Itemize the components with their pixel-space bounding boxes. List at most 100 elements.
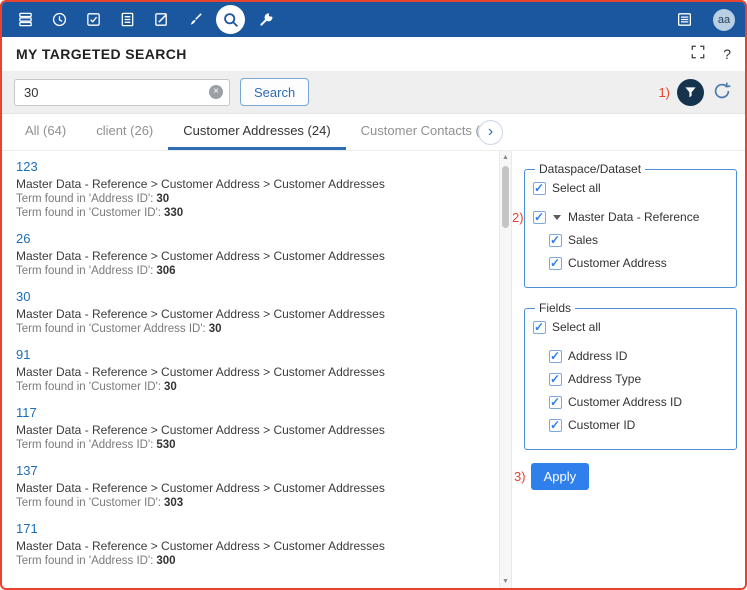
term-value: 530 [156,439,175,451]
results-list: 123 Master Data - Reference > Customer A… [2,151,499,588]
dataspace-root-label: Master Data - Reference [568,210,699,224]
term-value: 300 [156,555,175,567]
filters-panel: Dataspace/Dataset Select all 2) Master D… [512,151,745,588]
fields-fieldset: Fields Select all Address ID Addr [524,301,737,450]
dataspace-dataset-legend: Dataspace/Dataset [535,162,645,176]
tab-all[interactable]: All (64) [10,114,81,150]
clear-search-icon[interactable] [209,85,223,99]
term-label: Term found in 'Address ID': [16,193,153,205]
result-title-link[interactable]: 117 [16,404,37,422]
dataspace-root-checkbox[interactable] [533,211,546,224]
term-label: Term found in 'Address ID': [16,265,153,277]
tab-customer-addresses[interactable]: Customer Addresses (24) [168,114,345,150]
result-item: 137 Master Data - Reference > Customer A… [16,462,489,510]
funnel-icon [684,86,697,99]
scrollbar-thumb[interactable] [502,166,509,228]
dataspace-children: Sales Customer Address [549,233,728,270]
result-path: Master Data - Reference > Customer Addre… [16,480,489,496]
reset-filters-icon[interactable] [711,81,733,103]
topbar-right-group: aa [667,7,735,33]
results-scrollbar[interactable] [499,151,512,588]
term-label: Term found in 'Customer Address ID': [16,323,206,335]
report-icon[interactable] [671,7,697,33]
dataspace-select-all-label: Select all [552,181,601,195]
result-item: 123 Master Data - Reference > Customer A… [16,158,489,220]
history-icon[interactable] [46,7,72,33]
fields-select-all-checkbox[interactable] [533,321,546,334]
scroll-up-arrow[interactable] [502,153,509,162]
result-item: 30 Master Data - Reference > Customer Ad… [16,288,489,336]
field-checkbox[interactable] [549,350,562,363]
scroll-down-arrow[interactable] [502,577,509,586]
results-tab-bar: All (64) client (26) Customer Addresses … [2,114,745,151]
term-value: 30 [164,381,177,393]
result-path: Master Data - Reference > Customer Addre… [16,422,489,438]
edit-record-icon[interactable] [148,7,174,33]
fields-legend: Fields [535,301,575,315]
help-button[interactable]: ? [723,46,731,62]
dataset-row: Customer Address [549,256,728,270]
term-label: Term found in 'Customer ID': [16,381,161,393]
result-term: Term found in 'Address ID':300 [16,554,489,568]
field-checkbox[interactable] [549,419,562,432]
result-term: Term found in 'Address ID':530 [16,438,489,452]
fullscreen-icon[interactable] [691,45,705,64]
term-label: Term found in 'Customer ID': [16,497,161,509]
tab-client[interactable]: client (26) [81,114,168,150]
term-value: 30 [156,193,169,205]
field-checkbox[interactable] [549,373,562,386]
field-checkbox[interactable] [549,396,562,409]
result-title-link[interactable]: 30 [16,288,30,306]
app-window: aa MY TARGETED SEARCH ? Search 1) [0,0,747,590]
result-path: Master Data - Reference > Customer Addre… [16,538,489,554]
fields-list: Address ID Address Type Customer Address… [549,349,728,432]
field-row: Address Type [549,372,728,386]
search-input[interactable] [14,79,230,106]
filter-button[interactable] [677,79,704,106]
annotation-1: 1) [658,85,670,100]
apply-button[interactable]: Apply [531,463,590,490]
term-value: 30 [209,323,222,335]
result-path: Master Data - Reference > Customer Addre… [16,306,489,322]
result-item: 26 Master Data - Reference > Customer Ad… [16,230,489,278]
result-term: Term found in 'Address ID':306 [16,264,489,278]
records-icon[interactable] [114,7,140,33]
more-tabs-button[interactable] [478,120,503,145]
annotation-3: 3) [514,469,526,484]
dataset-label: Customer Address [568,256,667,270]
result-item: 171 Master Data - Reference > Customer A… [16,520,489,568]
result-title-link[interactable]: 26 [16,230,30,248]
dataset-label: Sales [568,233,598,247]
result-title-link[interactable]: 91 [16,346,30,364]
datasets-icon[interactable] [12,7,38,33]
term-value: 306 [156,265,175,277]
validation-icon[interactable] [80,7,106,33]
result-term: Term found in 'Customer ID':303 [16,496,489,510]
term-label: Term found in 'Address ID': [16,555,153,567]
field-label: Customer ID [568,418,635,432]
dataspace-tree-root-row: 2) Master Data - Reference [533,210,728,224]
result-title-link[interactable]: 171 [16,520,38,538]
search-bar: Search 1) [2,71,745,114]
annotation-2: 2) [512,210,524,225]
dataset-checkbox[interactable] [549,234,562,247]
field-label: Customer Address ID [568,395,682,409]
result-term: Term found in 'Customer ID':30 [16,380,489,394]
search-button[interactable]: Search [240,78,309,106]
field-row: Customer Address ID [549,395,728,409]
avatar[interactable]: aa [713,9,735,31]
field-label: Address ID [568,349,627,363]
brush-icon[interactable] [182,7,208,33]
result-title-link[interactable]: 137 [16,462,38,480]
wrench-icon[interactable] [253,7,279,33]
result-term: Term found in 'Customer Address ID':30 [16,322,489,336]
search-nav-icon[interactable] [216,5,245,34]
result-title-link[interactable]: 123 [16,158,38,176]
tree-collapse-icon[interactable] [553,215,561,220]
dataset-checkbox[interactable] [549,257,562,270]
dataspace-select-all-checkbox[interactable] [533,182,546,195]
term-label: Term found in 'Address ID': [16,439,153,451]
term-value: 303 [164,497,183,509]
result-term: Term found in 'Address ID':30 [16,192,489,206]
field-row: Address ID [549,349,728,363]
